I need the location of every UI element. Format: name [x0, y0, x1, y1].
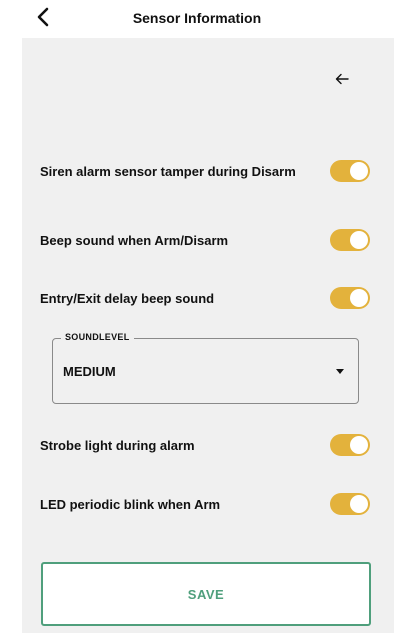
beep-arm-toggle[interactable]	[330, 229, 370, 251]
setting-row-led-blink: LED periodic blink when Arm	[40, 493, 374, 515]
setting-label: Strobe light during alarm	[40, 437, 195, 453]
page-title: Sensor Information	[132, 10, 262, 26]
toggle-knob	[350, 162, 368, 180]
settings-panel: Siren alarm sensor tamper during Disarm …	[22, 38, 394, 633]
strobe-light-toggle[interactable]	[330, 434, 370, 456]
setting-label: Entry/Exit delay beep sound	[40, 290, 215, 306]
save-button[interactable]: SAVE	[41, 562, 371, 626]
setting-row-entry-exit-beep: Entry/Exit delay beep sound	[40, 287, 374, 309]
toggle-knob	[350, 289, 368, 307]
entry-exit-beep-toggle[interactable]	[330, 287, 370, 309]
panel-back-button[interactable]	[331, 69, 353, 89]
setting-row-strobe-light: Strobe light during alarm	[40, 434, 374, 456]
led-blink-toggle[interactable]	[330, 493, 370, 515]
soundlevel-select[interactable]: SOUNDLEVEL MEDIUM	[52, 332, 359, 404]
arrow-left-icon	[335, 73, 349, 85]
siren-tamper-toggle[interactable]	[330, 160, 370, 182]
toggle-knob	[350, 495, 368, 513]
toggle-knob	[350, 436, 368, 454]
setting-label: Beep sound when Arm/Disarm	[40, 232, 229, 248]
sensor-information-screen: Sensor Information Siren alarm sensor ta…	[0, 0, 394, 633]
setting-label: Siren alarm sensor tamper during Disarm	[40, 163, 296, 179]
soundlevel-legend: SOUNDLEVEL	[61, 332, 134, 342]
setting-label: LED periodic blink when Arm	[40, 496, 221, 512]
toggle-knob	[350, 231, 368, 249]
caret-down-icon	[336, 369, 344, 374]
setting-row-beep-arm: Beep sound when Arm/Disarm	[40, 229, 374, 251]
app-header: Sensor Information	[0, 0, 394, 38]
setting-row-siren-tamper: Siren alarm sensor tamper during Disarm	[40, 160, 374, 182]
soundlevel-value: MEDIUM	[63, 364, 116, 379]
